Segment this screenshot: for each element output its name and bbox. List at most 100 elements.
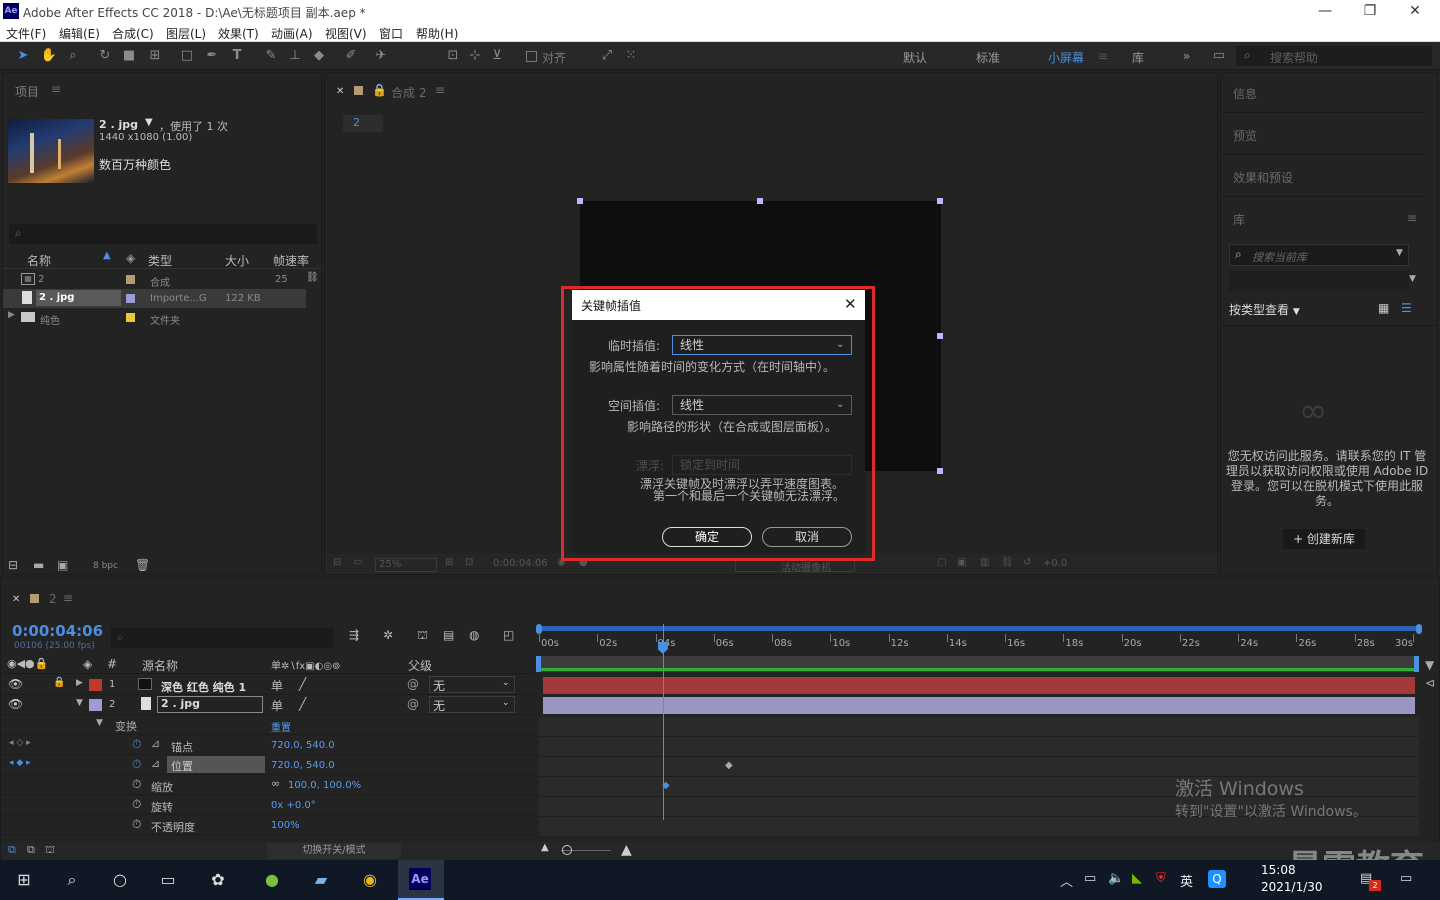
lock-icon[interactable]: 🔒 xyxy=(53,677,65,688)
search-icon[interactable]: ⌕ xyxy=(54,866,90,894)
pickwhip-icon[interactable]: @ xyxy=(407,677,419,691)
menu-effect[interactable]: 效果(T) xyxy=(218,25,259,42)
menu-window[interactable]: 窗口 xyxy=(379,25,403,42)
workspace-library[interactable]: 库 xyxy=(1132,49,1144,66)
lock-icon[interactable]: 🔒 xyxy=(372,83,387,97)
comp-button-icon[interactable]: ▼ xyxy=(1425,658,1434,672)
menu-help[interactable]: 帮助(H) xyxy=(416,25,458,42)
close-tab-icon[interactable]: ✕ xyxy=(12,594,20,605)
menu-edit[interactable]: 编辑(E) xyxy=(59,25,100,42)
always-preview-icon[interactable]: ⊟ xyxy=(333,557,341,568)
label-color[interactable] xyxy=(126,275,135,284)
parent-column[interactable]: 父级 xyxy=(408,657,432,674)
property-row-opacity[interactable]: ⏱ 不透明度 100% xyxy=(1,815,535,835)
windows-start-icon[interactable]: ⊞ xyxy=(6,866,42,894)
workspace-small-screen[interactable]: 小屏幕 xyxy=(1048,49,1084,66)
project-item-folder[interactable]: ▶ 纯色 文件夹 xyxy=(3,308,321,327)
layer-row-2[interactable]: 👁 ▼ 2 2 . jpg 单 ╱ @ 无 ⌄ xyxy=(1,695,535,715)
collapse-arrow-icon[interactable]: ▼ xyxy=(96,718,103,728)
selection-handle[interactable] xyxy=(577,198,583,204)
label-color[interactable] xyxy=(126,294,135,303)
transfer-controls-icon[interactable]: ⧉ xyxy=(27,843,35,857)
interpret-footage-icon[interactable]: ⊟ xyxy=(8,558,18,572)
ime-indicator[interactable]: 英 xyxy=(1180,871,1193,890)
pen-tool-icon[interactable]: ✒ xyxy=(203,47,221,65)
workspace-default[interactable]: 默认 xyxy=(903,49,927,66)
selection-handle[interactable] xyxy=(937,333,943,339)
selection-handle[interactable] xyxy=(937,468,943,474)
help-search-input[interactable]: ⌕ 搜索帮助 xyxy=(1236,46,1432,66)
safe-zones-icon[interactable]: ⊞ xyxy=(445,557,453,568)
align-checkbox[interactable] xyxy=(526,51,537,62)
pan-behind-tool-icon[interactable]: ⊞ xyxy=(146,47,164,65)
flowchart-icon[interactable]: ⛓ xyxy=(306,272,319,283)
channel-icon[interactable]: ▥ xyxy=(980,557,989,568)
network-icon[interactable]: ▭ xyxy=(1084,871,1096,886)
stopwatch-icon[interactable]: ⏱ xyxy=(132,777,141,792)
menu-composition[interactable]: 合成(C) xyxy=(112,25,154,42)
layer-name[interactable]: 深色 红色 纯色 1 xyxy=(161,679,246,695)
layer-button-icon[interactable]: ⊲ xyxy=(1425,676,1435,690)
keyframe-marker[interactable]: ◆ xyxy=(725,760,733,771)
project-panel-title[interactable]: 项目 xyxy=(15,83,39,100)
current-timecode[interactable]: 0:00:04:06 xyxy=(12,622,103,640)
local-axis-icon[interactable]: ⊡ xyxy=(444,47,462,65)
close-tab-icon[interactable]: ✕ xyxy=(336,86,344,97)
keyframe-navigator-icon[interactable]: ◂ ◇ ▸ xyxy=(9,738,31,748)
selection-handle[interactable] xyxy=(757,198,763,204)
workspace-standard[interactable]: 标准 xyxy=(976,49,1000,66)
nvidia-icon[interactable]: ◣ xyxy=(1132,871,1142,886)
rectangle-tool-icon[interactable]: □ xyxy=(178,47,196,65)
task-view-icon[interactable]: ▭ xyxy=(150,866,186,894)
cancel-button[interactable]: 取消 xyxy=(762,527,852,547)
quality-switch-icon[interactable]: ╱ xyxy=(299,697,306,711)
graph-icon[interactable]: ⊿ xyxy=(151,757,160,770)
rotate-tool-icon[interactable]: ↻ xyxy=(96,47,114,65)
transform-group[interactable]: ▼ 变换 重置 xyxy=(1,715,535,735)
clock-date[interactable]: 2021/1/30 xyxy=(1261,880,1323,894)
navigator-end-handle[interactable] xyxy=(1414,656,1419,672)
stopwatch-icon[interactable]: ⏱ xyxy=(132,817,141,832)
work-area-bar[interactable] xyxy=(539,626,1421,631)
toggle-transparency-icon[interactable]: ▢ xyxy=(937,557,946,568)
parent-dropdown[interactable]: 无 ⌄ xyxy=(429,696,515,713)
panel-menu-icon[interactable]: ≡ xyxy=(51,82,61,96)
reset-link[interactable]: 重置 xyxy=(271,719,291,734)
selection-handle[interactable] xyxy=(937,198,943,204)
shy-switch-icon[interactable]: 单 xyxy=(271,697,283,714)
column-name[interactable]: 名称 xyxy=(27,252,51,269)
monitor-icon[interactable]: ▭ xyxy=(353,557,362,568)
type-tool-icon[interactable]: T xyxy=(228,47,246,65)
world-axis-icon[interactable]: ⊹ xyxy=(466,47,484,65)
av-features-icon[interactable]: ◉◀●🔒 xyxy=(7,657,48,670)
selection-tool-icon[interactable]: ➤ xyxy=(14,47,32,65)
layer-bar-1[interactable] xyxy=(543,677,1415,694)
frame-blending-icon[interactable]: ▤ xyxy=(443,628,454,642)
visibility-eye-icon[interactable]: 👁 xyxy=(8,697,23,711)
list-view-icon[interactable]: ☰ xyxy=(1401,301,1412,315)
after-effects-taskbar-button[interactable]: Ae xyxy=(398,860,444,900)
preview-panel-title[interactable]: 预览 xyxy=(1233,127,1257,144)
draft-3d-icon[interactable]: ✲ xyxy=(383,628,393,642)
notes-app-icon[interactable]: ▰ xyxy=(303,866,339,894)
zoom-out-icon[interactable]: ▲ xyxy=(541,842,549,853)
property-row-position[interactable]: ◂ ◆ ▸ ⏱ ⊿ 位置 720.0, 540.0 xyxy=(1,755,535,775)
create-library-button[interactable]: + 创建新库 xyxy=(1283,529,1365,549)
bit-depth-button[interactable]: 8 bpc xyxy=(93,561,118,571)
quality-switch-icon[interactable]: ╱ xyxy=(299,677,306,691)
chevron-down-icon[interactable]: ▼ xyxy=(1409,274,1416,284)
camera-tool-icon[interactable]: ■ xyxy=(120,47,138,65)
shy-switch-icon[interactable]: 单 xyxy=(271,677,283,694)
show-hidden-icons-icon[interactable]: ︿ xyxy=(1060,871,1073,890)
flowchart-icon[interactable]: ⛓ xyxy=(1001,557,1014,568)
navigator-start-handle[interactable] xyxy=(536,656,541,672)
fast-previews-icon[interactable]: ▣ xyxy=(957,557,966,568)
library-panel-title[interactable]: 库 xyxy=(1233,211,1245,228)
view-by-type-dropdown[interactable]: 按类型查看 ▼ xyxy=(1229,301,1300,318)
project-item-comp[interactable]: ▦ 2 合成 25 ⛓ xyxy=(3,270,321,289)
property-value[interactable]: 720.0, 540.0 xyxy=(271,740,335,751)
project-search-input[interactable]: ⌕ xyxy=(9,224,317,244)
clock-time[interactable]: 15:08 xyxy=(1261,863,1296,877)
label-column-icon[interactable]: ◈ xyxy=(126,251,135,265)
in-out-icon[interactable]: ⛫ xyxy=(45,843,55,858)
